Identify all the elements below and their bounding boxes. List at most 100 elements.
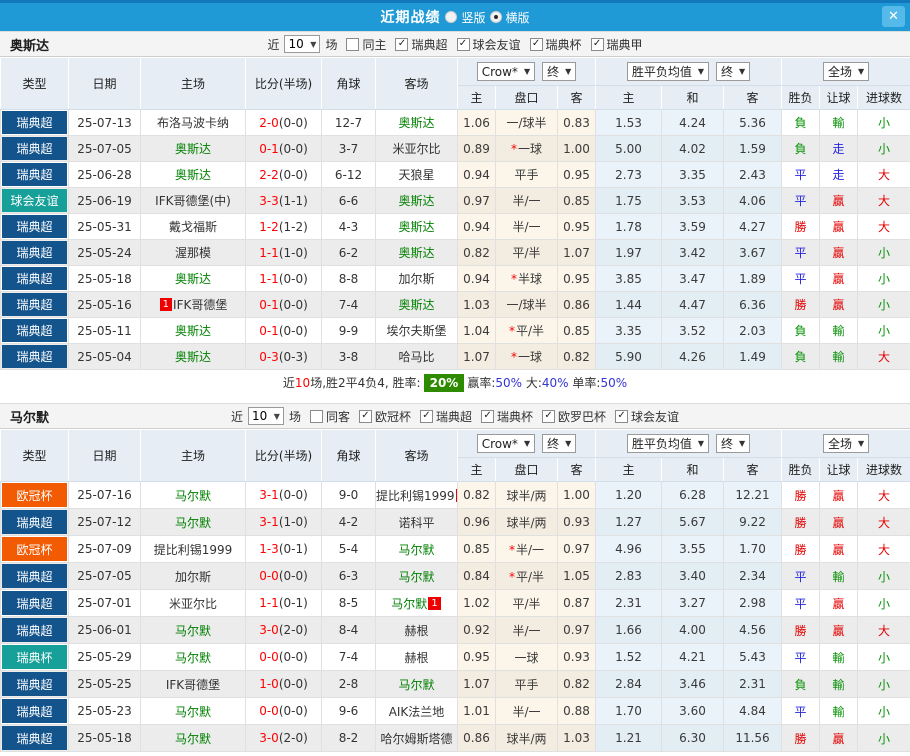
home-team[interactable]: IFK哥德堡	[166, 678, 220, 692]
league-filter-label[interactable]: 瑞典甲	[607, 36, 643, 53]
away-team[interactable]: 奥斯达	[398, 194, 434, 208]
league-filter-checkbox[interactable]	[481, 410, 494, 423]
odds-source-select[interactable]: 胜平负均值▼	[627, 434, 709, 453]
layout-radio-label[interactable]: 竖版	[461, 9, 485, 26]
away-team[interactable]: 诺科平	[398, 516, 434, 530]
away-team[interactable]: 马尔默	[398, 570, 434, 584]
league-filter-checkbox[interactable]	[310, 410, 323, 423]
chevron-down-icon: ▼	[524, 439, 530, 448]
odds-group-header: 胜平负均值▼ 终▼	[596, 430, 782, 458]
odds-source-select[interactable]: 终▼	[716, 434, 750, 453]
league-filter-checkbox[interactable]	[591, 38, 604, 51]
away-team[interactable]: 奥斯达	[398, 220, 434, 234]
home-team[interactable]: 奥斯达	[175, 324, 211, 338]
match-date: 25-07-13	[69, 110, 141, 136]
odds-source-select[interactable]: Crow*▼	[477, 62, 535, 81]
league-filter-checkbox[interactable]	[359, 410, 372, 423]
league-filter-label[interactable]: 欧冠杯	[375, 408, 411, 425]
away-team[interactable]: 奥斯达	[398, 298, 434, 312]
odds-source-select[interactable]: 终▼	[716, 62, 750, 81]
layout-radio[interactable]	[490, 11, 502, 23]
away-team[interactable]: 奥斯达	[398, 246, 434, 260]
league-filter-label[interactable]: 瑞典杯	[546, 36, 582, 53]
odds-group-header: Crow*▼ 终▼	[458, 430, 596, 458]
away-team[interactable]: 天狼星	[398, 168, 434, 182]
home-team[interactable]: IFK哥德堡	[173, 298, 227, 312]
away-team[interactable]: 马尔默	[398, 678, 434, 692]
league-filter-checkbox[interactable]	[395, 38, 408, 51]
league-filter-checkbox[interactable]	[615, 410, 628, 423]
result-verdict-text: 平	[795, 597, 807, 611]
match-row: 瑞典超25-05-31戴戈福斯1-2(1-2)4-3奥斯达0.94半/一0.95…	[1, 214, 910, 240]
home-team[interactable]: 米亚尔比	[169, 597, 217, 611]
match-date: 25-07-05	[69, 563, 141, 590]
home-team[interactable]: 奥斯达	[175, 272, 211, 286]
away-team[interactable]: 奥斯达	[398, 116, 434, 130]
away-team[interactable]: AIK法兰地	[389, 705, 445, 719]
close-button[interactable]: ✕	[882, 6, 905, 27]
home-cell: 戴戈福斯	[141, 214, 246, 240]
goals-verdict-text: 小	[878, 142, 890, 156]
layout-radio-label[interactable]: 横版	[506, 9, 530, 26]
handicap-verdict-text: 輸	[833, 570, 845, 584]
league-filter-checkbox[interactable]	[542, 410, 555, 423]
odds-source-select[interactable]: 全场▼	[823, 434, 869, 453]
goals-verdict: 小	[858, 725, 910, 752]
home-team[interactable]: 奥斯达	[175, 142, 211, 156]
goals-verdict: 小	[858, 590, 910, 617]
away-team[interactable]: 米亚尔比	[392, 142, 440, 156]
league-filter-label[interactable]: 瑞典杯	[497, 408, 533, 425]
away-team[interactable]: 加尔斯	[398, 272, 434, 286]
away-team[interactable]: 提比利锡1999	[376, 489, 455, 503]
odds-source-select[interactable]: 终▼	[542, 62, 576, 81]
home-team[interactable]: 马尔默	[175, 651, 211, 665]
odds-source-select[interactable]: 胜平负均值▼	[627, 62, 709, 81]
league-filter-label[interactable]: 瑞典超	[436, 408, 472, 425]
away-team[interactable]: 埃尔夫斯堡	[386, 324, 446, 338]
recent-count-select[interactable]: 10▼	[284, 35, 320, 53]
home-team[interactable]: IFK哥德堡(中)	[155, 194, 231, 208]
odds-source-select[interactable]: 终▼	[542, 434, 576, 453]
home-team[interactable]: 马尔默	[175, 732, 211, 746]
home-team[interactable]: 马尔默	[175, 705, 211, 719]
handicap-line-text: 半/一	[512, 705, 540, 719]
league-filter-checkbox[interactable]	[420, 410, 433, 423]
league-filter-label[interactable]: 同客	[326, 408, 350, 425]
league-filter-label[interactable]: 瑞典超	[411, 36, 447, 53]
euro-home-odds: 1.27	[596, 509, 662, 536]
home-team[interactable]: 加尔斯	[175, 570, 211, 584]
handicap-verdict-text: 贏	[833, 220, 845, 234]
home-team[interactable]: 奥斯达	[175, 350, 211, 364]
handicap-verdict: 贏	[820, 292, 858, 318]
halftime-score: (0-1)	[279, 542, 308, 556]
away-team[interactable]: 马尔默	[398, 543, 434, 557]
layout-radio[interactable]	[445, 11, 457, 23]
league-filter-label[interactable]: 欧罗巴杯	[558, 408, 606, 425]
recent-count-select[interactable]: 10▼	[248, 407, 284, 425]
away-team[interactable]: 赫根	[404, 651, 428, 665]
away-team[interactable]: 哈马比	[398, 350, 434, 364]
rank-badge: 1	[160, 298, 172, 311]
league-filter-checkbox[interactable]	[457, 38, 470, 51]
home-team[interactable]: 戴戈福斯	[169, 220, 217, 234]
goals-verdict-text: 小	[878, 298, 890, 312]
away-team[interactable]: 哈尔姆斯塔德	[380, 732, 452, 746]
odds-source-select[interactable]: Crow*▼	[477, 434, 535, 453]
league-filter-label[interactable]: 同主	[362, 36, 386, 53]
euro-away-odds: 4.27	[724, 214, 782, 240]
league-filter-checkbox[interactable]	[346, 38, 359, 51]
euro-home-odds: 1.70	[596, 698, 662, 725]
league-filter-checkbox[interactable]	[530, 38, 543, 51]
home-team[interactable]: 马尔默	[175, 489, 211, 503]
odds-source-select[interactable]: 全场▼	[823, 62, 869, 81]
away-team[interactable]: 赫根	[404, 624, 428, 638]
league-filter-label[interactable]: 球会友谊	[473, 36, 521, 53]
home-team[interactable]: 布洛马波卡纳	[157, 116, 229, 130]
home-team[interactable]: 渥那模	[175, 246, 211, 260]
league-filter-label[interactable]: 球会友谊	[631, 408, 679, 425]
home-team[interactable]: 马尔默	[175, 516, 211, 530]
away-team[interactable]: 马尔默	[391, 597, 427, 611]
home-team[interactable]: 提比利锡1999	[154, 543, 233, 557]
home-team[interactable]: 马尔默	[175, 624, 211, 638]
home-team[interactable]: 奥斯达	[175, 168, 211, 182]
